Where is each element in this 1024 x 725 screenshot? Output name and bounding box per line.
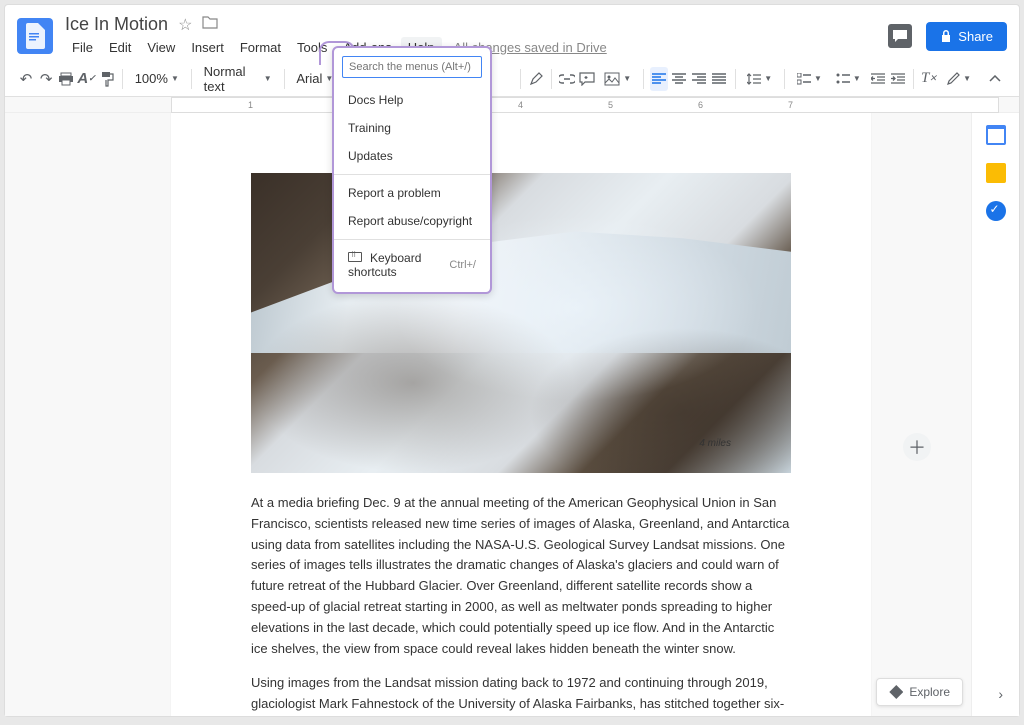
line-spacing-dropdown[interactable]: ▼ (741, 70, 778, 88)
print-icon[interactable] (57, 67, 75, 91)
decrease-indent-icon[interactable] (869, 67, 887, 91)
lock-icon (940, 29, 952, 43)
menu-file[interactable]: File (65, 37, 100, 58)
ruler-area: 1 2 3 4 5 6 7 (5, 97, 1019, 113)
help-item-report-abuse[interactable]: Report abuse/copyright (334, 207, 490, 235)
tasks-icon[interactable] (986, 201, 1006, 221)
keyboard-icon (348, 252, 362, 262)
insert-comment-icon[interactable] (578, 67, 596, 91)
align-justify-icon[interactable] (710, 67, 728, 91)
keep-icon[interactable] (986, 163, 1006, 183)
increase-indent-icon[interactable] (889, 67, 907, 91)
titlebar: Ice In Motion ☆ File Edit View Insert Fo… (5, 5, 1019, 61)
document-title[interactable]: Ice In Motion (65, 14, 168, 35)
clear-formatting-icon[interactable]: T✕ (920, 67, 938, 91)
menu-format[interactable]: Format (233, 37, 288, 58)
ruler-tick: 5 (608, 100, 613, 110)
share-button[interactable]: Share (926, 22, 1007, 51)
paragraph-1[interactable]: At a media briefing Dec. 9 at the annual… (251, 493, 791, 659)
docs-app-icon[interactable] (17, 18, 53, 54)
paint-format-icon[interactable] (98, 67, 116, 91)
explore-icon (889, 685, 903, 699)
image-scale-label: 4 miles (699, 438, 731, 449)
align-right-icon[interactable] (690, 67, 708, 91)
paragraph-2[interactable]: Using images from the Landsat mission da… (251, 673, 791, 716)
editing-mode-dropdown[interactable]: ▼ (940, 70, 977, 88)
help-item-report-problem[interactable]: Report a problem (334, 179, 490, 207)
explore-label: Explore (909, 685, 950, 699)
help-item-keyboard-shortcuts[interactable]: Keyboard shortcuts Ctrl+/ (334, 244, 490, 286)
insert-image-dropdown[interactable]: ▼ (598, 70, 637, 88)
help-dropdown: Docs Help Training Updates Report a prob… (332, 46, 492, 294)
calendar-icon[interactable] (986, 125, 1006, 145)
zoom-dropdown[interactable]: 100%▼ (129, 69, 185, 88)
toolbar: ↶ ↷ A✓ 100%▼ Normal text▼ Arial▼ (5, 61, 1019, 97)
comments-history-icon[interactable] (888, 24, 912, 48)
horizontal-ruler[interactable]: 1 2 3 4 5 6 7 (171, 97, 999, 113)
menu-separator (334, 239, 490, 240)
shortcuts-key: Ctrl+/ (449, 259, 476, 271)
align-left-icon[interactable] (650, 67, 668, 91)
help-item-training[interactable]: Training (334, 114, 490, 142)
bulleted-list-dropdown[interactable]: ▼ (830, 71, 867, 87)
redo-icon[interactable]: ↷ (37, 67, 55, 91)
zoom-value: 100% (135, 71, 168, 86)
menu-search-input[interactable] (349, 61, 475, 73)
paragraph-style-dropdown[interactable]: Normal text▼ (198, 62, 278, 96)
explore-button[interactable]: Explore (876, 678, 963, 706)
help-item-updates[interactable]: Updates (334, 142, 490, 170)
help-item-docs-help[interactable]: Docs Help (334, 86, 490, 114)
document-page[interactable]: 4 miles At a media briefing Dec. 9 at th… (171, 113, 871, 716)
ruler-tick: 4 (518, 100, 523, 110)
style-value: Normal text (204, 64, 261, 94)
ruler-tick: 6 (698, 100, 703, 110)
spellcheck-icon[interactable]: A✓ (77, 67, 95, 91)
font-value: Arial (296, 71, 322, 86)
right-sidebar (971, 113, 1019, 716)
hide-menus-icon[interactable] (983, 67, 1007, 91)
insert-link-icon[interactable] (558, 67, 576, 91)
align-center-icon[interactable] (670, 67, 688, 91)
share-label: Share (958, 29, 993, 44)
highlight-color-icon[interactable] (527, 67, 545, 91)
star-icon[interactable]: ☆ (178, 15, 192, 35)
content-area: 4 miles At a media briefing Dec. 9 at th… (5, 113, 1019, 716)
move-folder-icon[interactable] (202, 15, 218, 34)
menu-separator (334, 174, 490, 175)
undo-icon[interactable]: ↶ (17, 67, 35, 91)
ruler-tick: 7 (788, 100, 793, 110)
checklist-dropdown[interactable]: ▼ (791, 71, 828, 87)
menu-edit[interactable]: Edit (102, 37, 138, 58)
menu-search-box[interactable] (342, 56, 482, 78)
menu-insert[interactable]: Insert (184, 37, 231, 58)
add-comment-button[interactable]: ＋ (903, 433, 931, 461)
menu-view[interactable]: View (140, 37, 182, 58)
ruler-tick: 1 (248, 100, 253, 110)
sidebar-collapse-icon[interactable]: › (998, 686, 1003, 702)
